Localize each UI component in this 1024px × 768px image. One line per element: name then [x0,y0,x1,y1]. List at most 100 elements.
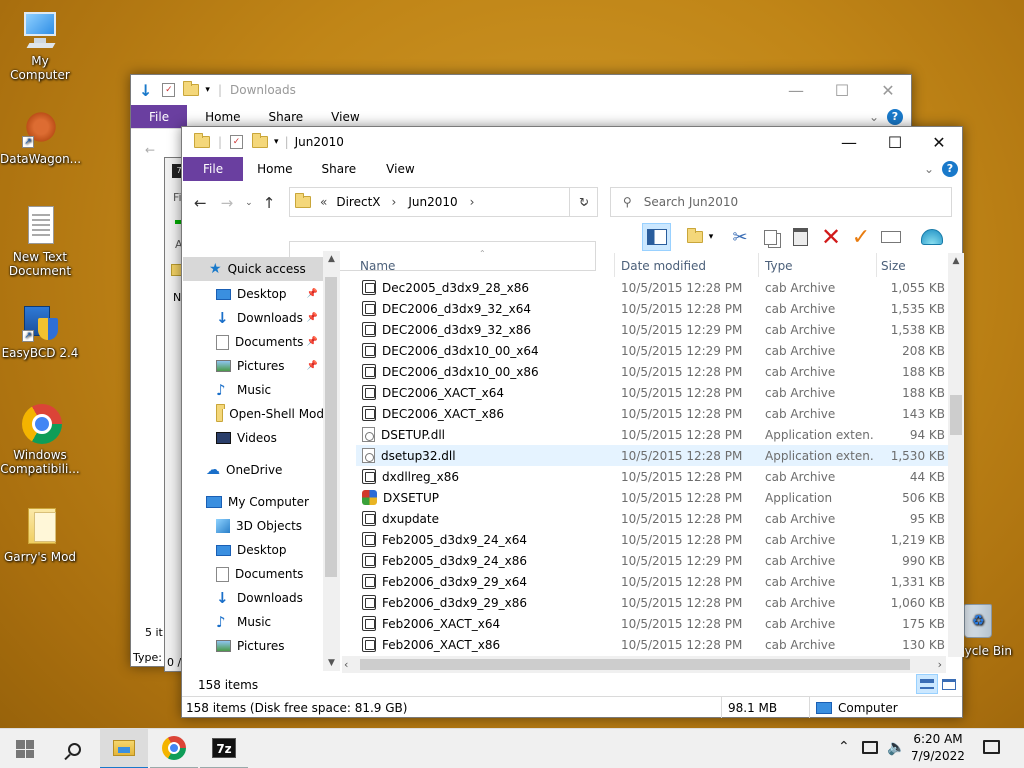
desktop-icon-new-text-document[interactable]: New Text Document [0,206,80,278]
file-name-cell[interactable]: DEC2006_d3dx10_00_x86 [356,364,611,379]
file-row[interactable]: Feb2006_XACT_x64 10/5/2015 12:28 PM cab Ar… [356,613,948,634]
volume-icon[interactable]: 🔈 [887,738,906,756]
file-row[interactable]: Feb2005_d3dx9_24_x64 10/5/2015 12:28 PM ca… [356,529,948,550]
column-type[interactable]: Type [759,253,877,277]
delete-icon[interactable]: ✕ [818,223,844,251]
breadcrumb-prefix[interactable]: « [320,195,327,209]
horizontal-scrollbar[interactable]: ‹ › [342,656,946,673]
up-arrow-icon[interactable]: ↑ [263,194,276,212]
copy-icon[interactable] [758,225,782,249]
refresh-button[interactable]: ↻ [569,187,598,217]
file-row[interactable]: DEC2006_d3dx9_32_x64 10/5/2015 12:28 PM ca… [356,298,948,319]
new-folder-icon[interactable] [252,133,269,148]
file-name-cell[interactable]: dsetup32.dll [356,448,611,463]
nav-scrollbar[interactable]: ▲ ▼ [323,251,340,671]
file-row[interactable]: Feb2005_d3dx9_24_x86 10/5/2015 12:29 PM ca… [356,550,948,571]
preview-pane-button[interactable] [642,223,671,251]
tab-share[interactable]: Share [255,105,318,128]
nav-documents[interactable]: Documents 📌 [182,330,322,354]
file-row[interactable]: Dec2005_d3dx9_28_x86 10/5/2015 12:28 PM ca… [356,277,948,298]
file-name-cell[interactable]: DEC2006_d3dx9_32_x64 [356,301,611,316]
tab-home[interactable]: Home [187,105,254,128]
shell-icon[interactable] [918,223,946,251]
jun2010-titlebar[interactable]: | ✓ ▾ | Jun2010 — ☐ ✕ [182,127,962,157]
file-name-cell[interactable]: DEC2006_d3dx10_00_x64 [356,343,611,358]
show-hidden-icons-button[interactable]: ⌃ [838,739,850,755]
taskbar-file-explorer[interactable] [100,729,148,768]
desktop-icon-my-computer[interactable]: My Computer [0,10,80,82]
nav-videos[interactable]: Videos [182,426,322,450]
nav-pc-music[interactable]: ♪ Music [182,610,322,634]
file-name-cell[interactable]: DSETUP.dll [356,427,611,442]
rename-icon[interactable] [878,225,904,249]
details-view-button[interactable] [916,674,938,694]
nav-3d-objects[interactable]: 3D Objects [182,514,322,538]
navigation-pane[interactable]: ★ Quick access Desktop 📌 ↓ Downloads 📌 D… [182,251,342,671]
desktop-icon-garrys-mod[interactable]: Garry's Mod [0,506,80,564]
desktop-icon-datawagon[interactable]: ↗ DataWagon... [0,108,81,166]
tab-share[interactable]: Share [307,157,372,181]
nav-scroll-thumb[interactable] [325,277,337,577]
file-row[interactable]: DEC2006_d3dx9_32_x86 10/5/2015 12:29 PM ca… [356,319,948,340]
start-button[interactable] [0,729,50,768]
nav-pc-pictures[interactable]: Pictures [182,634,322,658]
file-row[interactable]: dsetup32.dll 10/5/2015 12:28 PM Applicatio… [356,445,948,466]
tab-file[interactable]: File [183,157,244,181]
notification-icon[interactable] [983,740,1000,754]
file-name-cell[interactable]: Feb2005_d3dx9_24_x64 [356,532,611,547]
back-arrow-icon[interactable]: ← [194,194,207,212]
nav-open-shell[interactable]: Open-Shell Mod [182,402,324,426]
tab-file[interactable]: File [131,105,188,128]
paste-icon[interactable] [788,225,812,249]
jun2010-window[interactable]: | ✓ ▾ | Jun2010 — ☐ ✕ File Home Share Vi… [181,126,964,718]
customize-qat-icon[interactable]: ▾ [274,137,279,147]
large-icons-view-button[interactable] [940,675,958,693]
file-name-cell[interactable]: DEC2006_XACT_x86 [356,406,611,421]
chevron-down-icon[interactable]: ⌄ [924,157,942,181]
nav-pc-desktop[interactable]: Desktop [182,538,322,562]
close-button[interactable]: ✕ [916,127,962,157]
nav-pictures[interactable]: Pictures 📌 [182,354,322,378]
breadcrumb-separator[interactable]: › [392,195,397,209]
file-row[interactable]: Feb2006_d3dx9_29_x86 10/5/2015 12:28 PM ca… [356,592,948,613]
properties-icon[interactable]: ✓ [162,83,176,97]
maximize-button[interactable]: ☐ [872,127,918,157]
maximize-button[interactable]: ☐ [819,75,865,105]
scroll-up-icon[interactable]: ▲ [948,253,964,269]
file-row[interactable]: Feb2006_XACT_x86 10/5/2015 12:28 PM cab Ar… [356,634,948,655]
nav-desktop[interactable]: Desktop 📌 [182,282,322,306]
file-name-cell[interactable]: Dec2005_d3dx9_28_x86 [356,280,611,295]
file-name-cell[interactable]: Feb2006_XACT_x64 [356,616,611,631]
file-row[interactable]: dxupdate 10/5/2015 12:28 PM cab Archive 95 … [356,508,948,529]
address-bar-content[interactable]: « DirectX › Jun2010 › ⌄ [289,187,598,217]
minimize-button[interactable]: — [826,127,872,157]
tab-home[interactable]: Home [243,157,306,181]
scroll-right-icon[interactable]: › [938,656,942,673]
file-name-cell[interactable]: dxdllreg_x86 [356,469,611,484]
tab-view[interactable]: View [317,105,373,128]
cut-icon[interactable]: ✂ [728,225,752,249]
nav-onedrive[interactable]: ☁ OneDrive [182,458,322,482]
desktop-icon-easybcd[interactable]: ↗ EasyBCD 2.4 [0,302,80,360]
taskbar-7zip[interactable]: 7z [200,729,248,768]
view-options-button[interactable]: ▾ [684,225,716,249]
search-button[interactable] [50,729,98,768]
downloads-titlebar[interactable]: ↓ ✓ ▾ | Downloads — ☐ ✕ [131,75,911,105]
scroll-up-icon[interactable]: ▲ [323,251,340,267]
file-row[interactable]: DEC2006_d3dx10_00_x64 10/5/2015 12:29 PM c… [356,340,948,361]
file-row[interactable]: DEC2006_d3dx10_00_x86 10/5/2015 12:28 PM c… [356,361,948,382]
customize-qat-icon[interactable]: ▾ [205,85,210,95]
forward-arrow-icon[interactable]: → [221,194,234,212]
file-name-cell[interactable]: DEC2006_d3dx9_32_x86 [356,322,611,337]
tab-view[interactable]: View [371,157,429,181]
chevron-down-icon[interactable]: ⌄ [869,105,887,128]
file-name-cell[interactable]: Feb2006_XACT_x86 [356,637,611,652]
column-date[interactable]: Date modified [615,253,759,277]
file-scroll-thumb[interactable] [950,395,962,435]
file-name-cell[interactable]: Feb2006_d3dx9_29_x86 [356,595,611,610]
file-name-cell[interactable]: Feb2005_d3dx9_24_x86 [356,553,611,568]
scroll-left-icon[interactable]: ‹ [344,656,348,673]
minimize-button[interactable]: — [773,75,819,105]
file-row[interactable]: DEC2006_XACT_x64 10/5/2015 12:28 PM cab Ar… [356,382,948,403]
file-name-cell[interactable]: DEC2006_XACT_x64 [356,385,611,400]
